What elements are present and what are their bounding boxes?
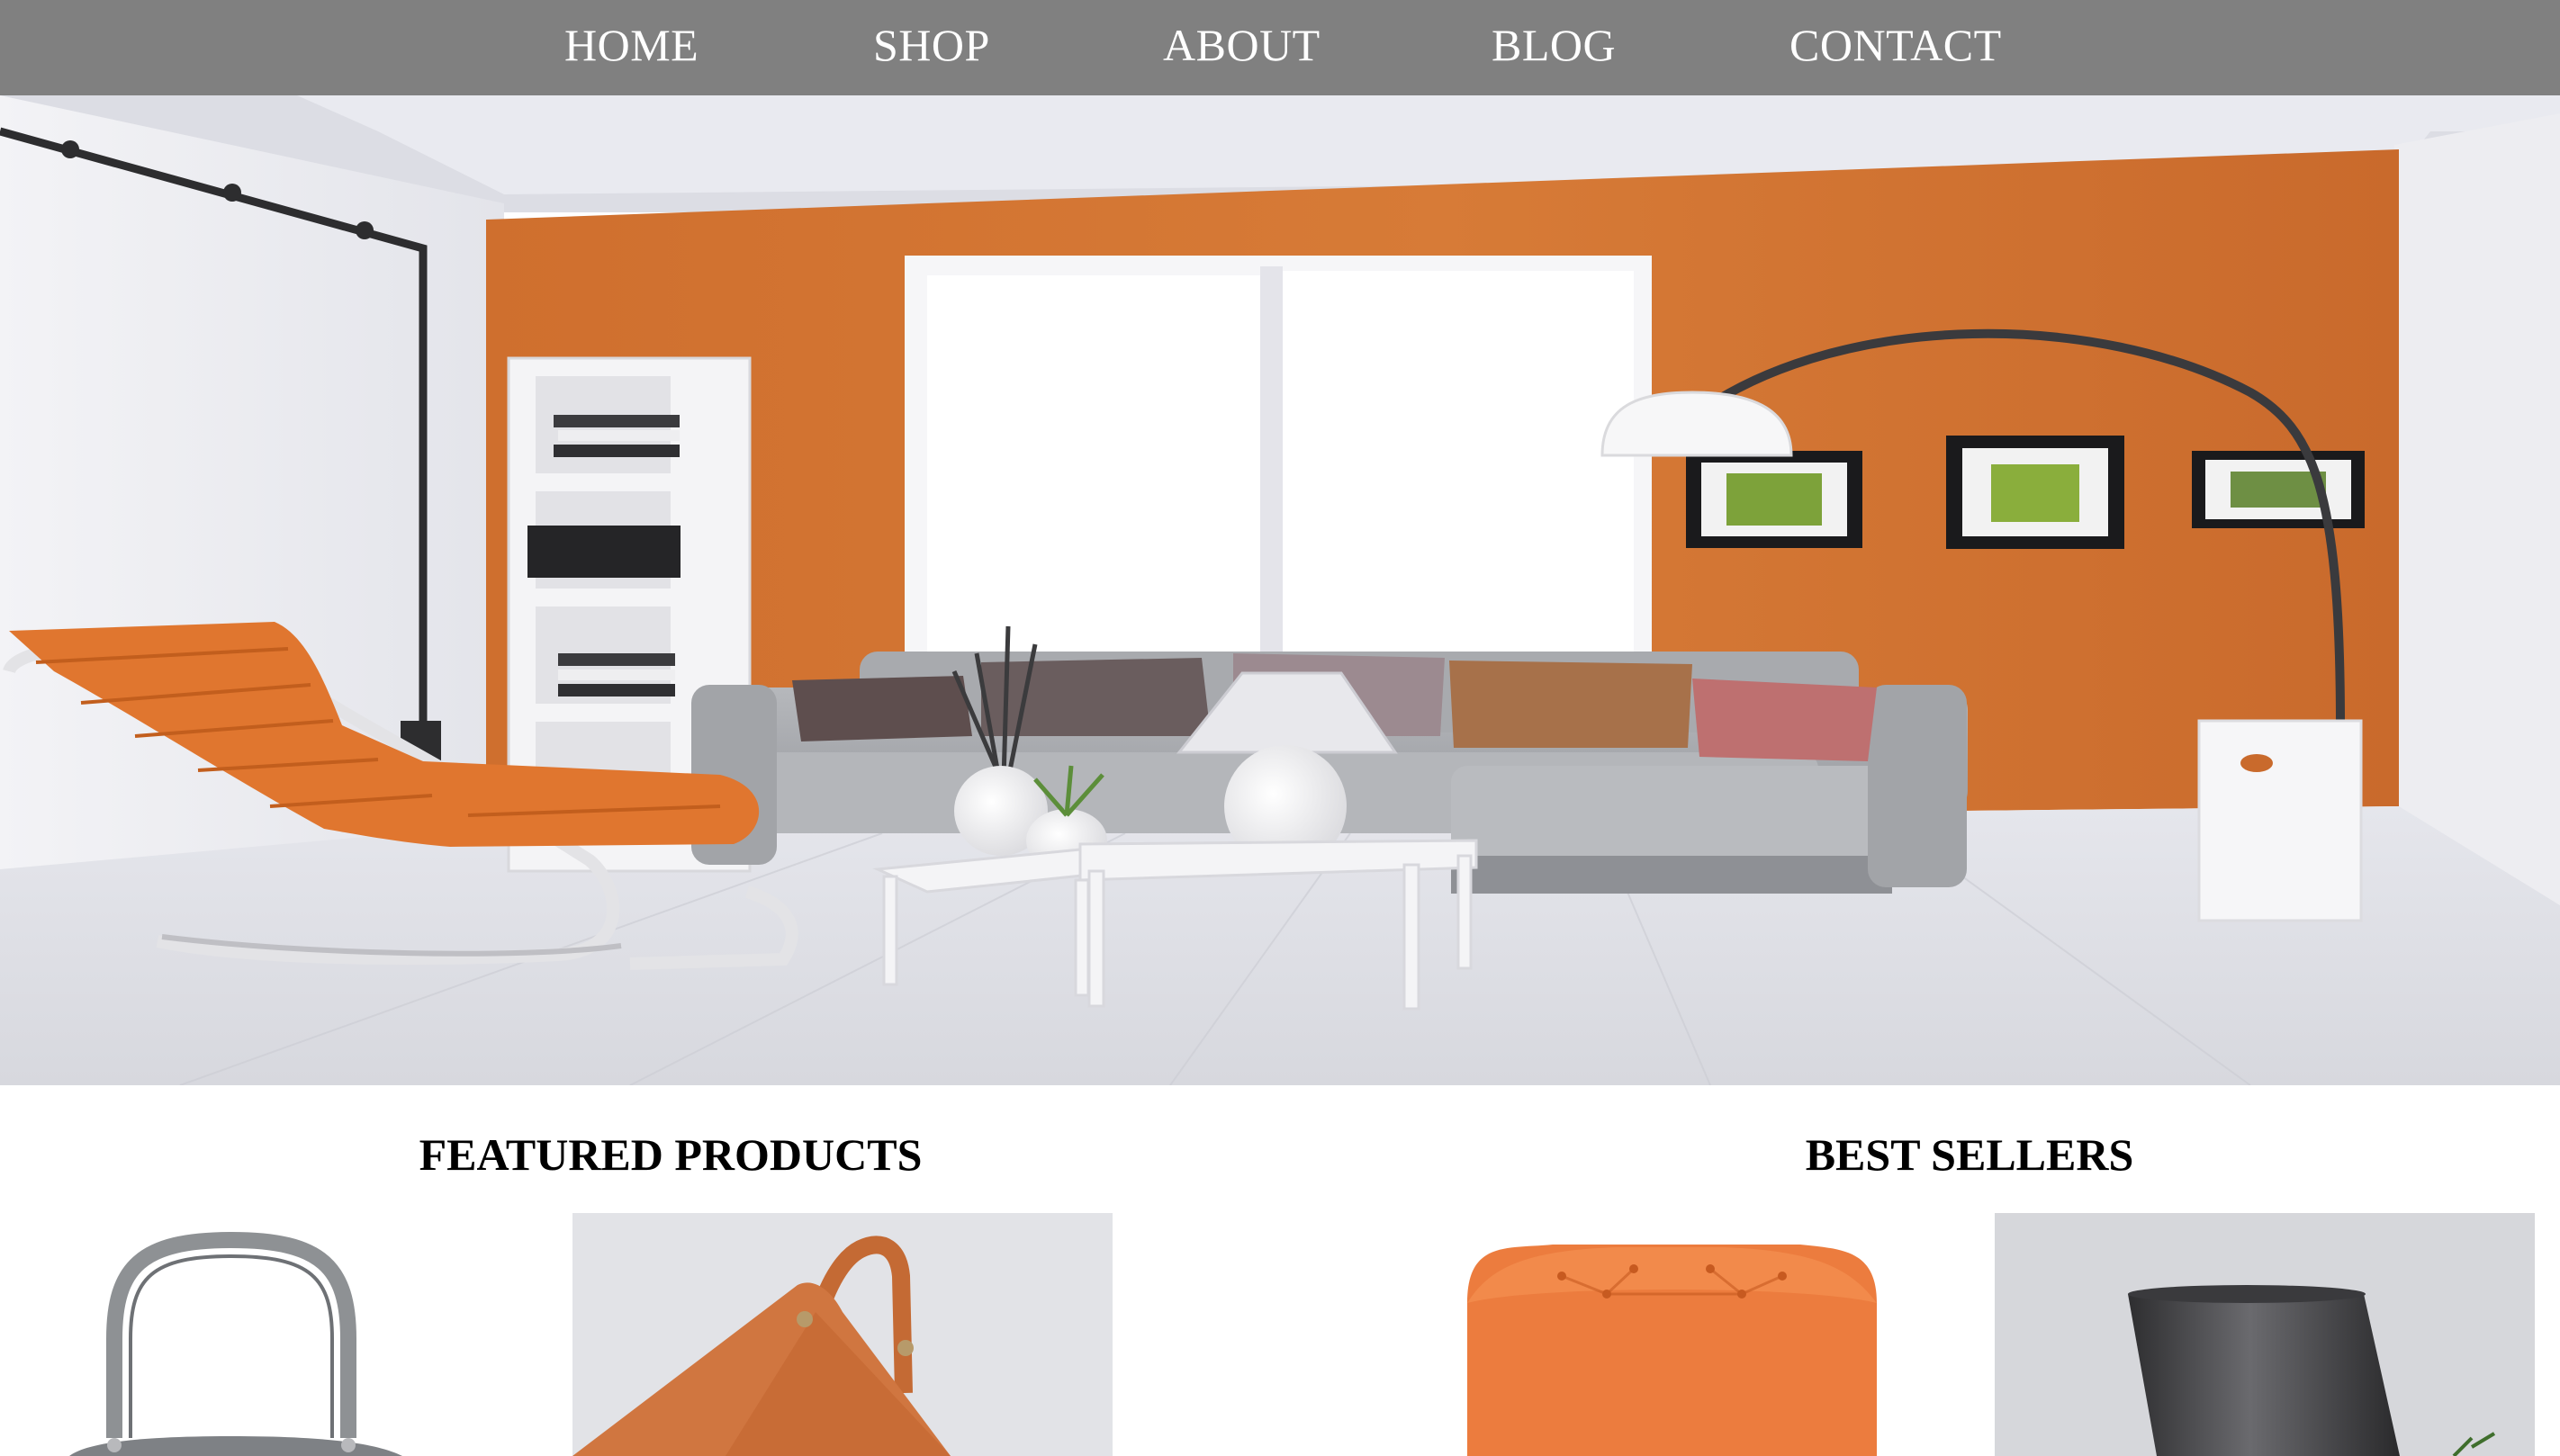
best-sellers-heading: BEST SELLERS [1805, 1129, 2134, 1180]
nav-blog-link[interactable]: BLOG [1492, 0, 1616, 90]
product-card-grey-handbag[interactable] [33, 1213, 573, 1456]
nav-about-link[interactable]: ABOUT [1163, 0, 1321, 90]
hero-image-living-room [0, 95, 2560, 1085]
product-image-grey-handbag [33, 1213, 573, 1456]
product-image-dark-lamp [1995, 1213, 2535, 1456]
product-image-orange-tote-bag [572, 1213, 1113, 1456]
nav-contact-link[interactable]: CONTACT [1789, 0, 2002, 90]
product-card-orange-ottoman[interactable] [1454, 1213, 1994, 1456]
product-image-orange-ottoman [1454, 1213, 1994, 1456]
nav-home-link[interactable]: HOME [564, 0, 699, 90]
top-nav: HOME SHOP ABOUT BLOG CONTACT [0, 0, 2560, 95]
hero-banner [0, 95, 2560, 1085]
featured-products-heading: FEATURED PRODUCTS [419, 1129, 923, 1180]
product-card-orange-tote[interactable] [572, 1213, 1113, 1456]
product-card-dark-lamp[interactable] [1995, 1213, 2535, 1456]
nav-shop-link[interactable]: SHOP [873, 0, 990, 90]
